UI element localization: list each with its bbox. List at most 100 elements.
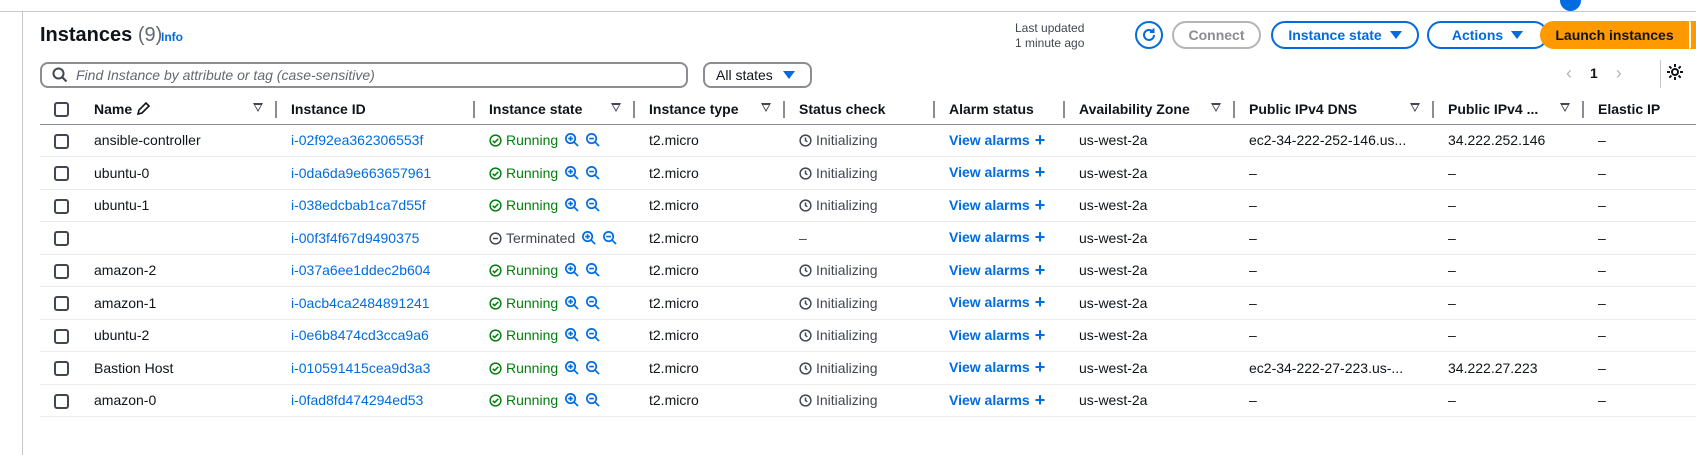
status-check-text: – [799, 229, 807, 246]
zoom-in-icon[interactable] [564, 327, 579, 342]
table-row[interactable]: amazon-1 i-0acb4ca2484891241 Running t2.… [40, 286, 1696, 320]
row-select-cell [40, 254, 80, 287]
cell-alarm-status: View alarms + [935, 351, 1065, 385]
add-alarm-icon[interactable]: + [1035, 292, 1046, 312]
avatar[interactable] [1560, 0, 1581, 11]
row-checkbox[interactable] [54, 393, 69, 409]
elastic-ip-text: – [1598, 132, 1606, 149]
instance-id-link[interactable]: i-010591415cea9d3a3 [291, 360, 430, 376]
view-alarms-link[interactable]: View alarms [949, 229, 1030, 245]
add-alarm-icon[interactable]: + [1035, 390, 1046, 410]
add-alarm-icon[interactable]: + [1035, 162, 1046, 182]
select-all-checkbox[interactable] [54, 102, 69, 118]
zoom-out-icon[interactable] [585, 132, 600, 147]
zoom-out-icon[interactable] [585, 262, 600, 277]
row-checkbox[interactable] [54, 166, 69, 182]
zoom-in-icon[interactable] [564, 165, 579, 180]
row-checkbox[interactable] [54, 231, 69, 247]
zoom-out-icon[interactable] [585, 360, 600, 375]
search-field[interactable] [40, 62, 688, 88]
row-checkbox[interactable] [54, 328, 69, 344]
table-row[interactable]: ubuntu-2 i-0e6b8474cd3cca9a6 Running t2.… [40, 319, 1696, 352]
instance-id-link[interactable]: i-0da6da9e663657961 [291, 165, 431, 181]
add-alarm-icon[interactable]: + [1035, 195, 1046, 215]
connect-button[interactable]: Connect [1172, 21, 1261, 49]
view-alarms-link[interactable]: View alarms [949, 359, 1030, 375]
zoom-in-icon[interactable] [564, 295, 579, 310]
sort-icon[interactable] [1560, 103, 1570, 112]
sort-icon[interactable] [761, 103, 771, 112]
add-alarm-icon[interactable]: + [1035, 130, 1046, 150]
add-alarm-icon[interactable]: + [1035, 325, 1046, 345]
chevron-right-icon[interactable]: › [1616, 63, 1622, 84]
cell-public-dns: ec2-34-222-27-223.us-... [1235, 351, 1434, 385]
table-row[interactable]: ubuntu-0 i-0da6da9e663657961 Running t2.… [40, 156, 1696, 190]
launch-instances-button[interactable]: Launch instances [1540, 21, 1689, 49]
refresh-button[interactable] [1135, 21, 1163, 49]
view-alarms-link[interactable]: View alarms [949, 262, 1030, 278]
zoom-in-icon[interactable] [564, 360, 579, 375]
view-alarms-link[interactable]: View alarms [949, 327, 1030, 343]
instance-id-link[interactable]: i-0acb4ca2484891241 [291, 295, 430, 311]
view-alarms-link[interactable]: View alarms [949, 197, 1030, 213]
column-header-status-check[interactable]: Status check [785, 94, 935, 125]
zoom-out-icon[interactable] [585, 197, 600, 212]
row-checkbox[interactable] [54, 263, 69, 279]
state-filter-select[interactable]: All states [703, 62, 812, 88]
column-header-public-ip[interactable]: Public IPv4 ... [1434, 94, 1584, 125]
column-header-elastic-ip[interactable]: Elastic IP [1584, 94, 1696, 125]
row-checkbox[interactable] [54, 296, 69, 312]
zoom-in-icon[interactable] [564, 132, 579, 147]
zoom-out-icon[interactable] [585, 165, 600, 180]
column-header-availability-zone[interactable]: Availability Zone [1065, 94, 1235, 125]
instance-id-link[interactable]: i-037a6ee1ddec2b604 [291, 262, 430, 278]
zoom-in-icon[interactable] [564, 392, 579, 407]
row-checkbox[interactable] [54, 133, 69, 149]
table-row[interactable]: i-00f3f4f67d9490375 Terminated t2.micro … [40, 221, 1696, 255]
table-row[interactable]: ansible-controller i-02f92ea362306553f R… [40, 124, 1696, 157]
view-alarms-link[interactable]: View alarms [949, 132, 1030, 148]
sort-icon[interactable] [1410, 103, 1420, 112]
view-alarms-link[interactable]: View alarms [949, 294, 1030, 310]
column-header-instance-state[interactable]: Instance state [475, 94, 635, 125]
sort-icon[interactable] [253, 103, 263, 112]
page-number[interactable]: 1 [1590, 65, 1598, 81]
search-input[interactable] [76, 67, 676, 83]
launch-options-button[interactable] [1690, 21, 1696, 49]
zoom-out-icon[interactable] [585, 327, 600, 342]
add-alarm-icon[interactable]: + [1035, 227, 1046, 247]
view-alarms-link[interactable]: View alarms [949, 392, 1030, 408]
column-header-instance-id[interactable]: Instance ID [277, 94, 475, 125]
row-checkbox[interactable] [54, 198, 69, 214]
instance-id-link[interactable]: i-0fad8fd474294ed53 [291, 392, 423, 408]
zoom-out-icon[interactable] [602, 230, 617, 245]
zoom-in-icon[interactable] [564, 197, 579, 212]
zoom-out-icon[interactable] [585, 295, 600, 310]
column-header-instance-type[interactable]: Instance type [635, 94, 785, 125]
instance-id-link[interactable]: i-0e6b8474cd3cca9a6 [291, 327, 429, 343]
zoom-out-icon[interactable] [585, 392, 600, 407]
table-row[interactable]: amazon-0 i-0fad8fd474294ed53 Running t2.… [40, 384, 1696, 417]
table-row[interactable]: amazon-2 i-037a6ee1ddec2b604 Running t2.… [40, 254, 1696, 287]
instance-id-link[interactable]: i-02f92ea362306553f [291, 132, 423, 148]
chevron-left-icon[interactable]: ‹ [1566, 63, 1572, 84]
add-alarm-icon[interactable]: + [1035, 357, 1046, 377]
instance-id-link[interactable]: i-038edcbab1ca7d55f [291, 197, 426, 213]
add-alarm-icon[interactable]: + [1035, 260, 1046, 280]
column-header-alarm-status[interactable]: Alarm status [935, 94, 1065, 125]
instance-id-link[interactable]: i-00f3f4f67d9490375 [291, 230, 419, 246]
table-row[interactable]: ubuntu-1 i-038edcbab1ca7d55f Running t2.… [40, 189, 1696, 222]
info-link[interactable]: Info [161, 30, 183, 44]
column-header-public-dns[interactable]: Public IPv4 DNS [1235, 94, 1434, 125]
instance-state-button[interactable]: Instance state [1271, 21, 1419, 49]
zoom-in-icon[interactable] [564, 262, 579, 277]
column-header-name[interactable]: Name [80, 94, 277, 125]
gear-icon[interactable] [1665, 62, 1685, 82]
sort-icon[interactable] [611, 103, 621, 112]
actions-button[interactable]: Actions [1427, 21, 1548, 49]
sort-icon[interactable] [1211, 103, 1221, 112]
table-row[interactable]: Bastion Host i-010591415cea9d3a3 Running… [40, 351, 1696, 385]
view-alarms-link[interactable]: View alarms [949, 164, 1030, 180]
row-checkbox[interactable] [54, 361, 69, 377]
zoom-in-icon[interactable] [581, 230, 596, 245]
